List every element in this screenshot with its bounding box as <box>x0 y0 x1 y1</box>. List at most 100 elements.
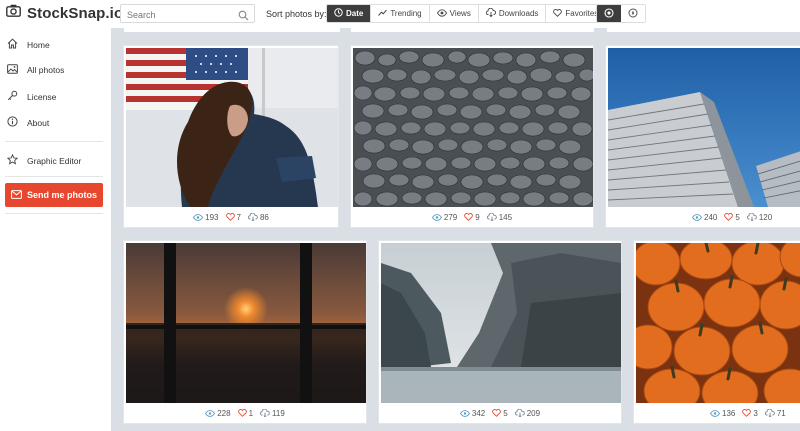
photo-card[interactable]: 279 9 145 <box>350 45 594 228</box>
sidebar-item-label: License <box>27 91 57 102</box>
sidebar-divider <box>5 176 103 177</box>
views-count: 279 <box>443 212 458 222</box>
cloud-download-icon <box>514 409 525 417</box>
sidebar-item-label: All photos <box>27 65 65 75</box>
view-options <box>596 4 646 23</box>
likes-stat[interactable]: 1 <box>237 408 254 418</box>
views-count: 193 <box>205 212 219 222</box>
photo-card[interactable]: 193 7 86 <box>123 45 339 228</box>
likes-stat[interactable]: 7 <box>225 213 241 222</box>
eye-icon <box>193 213 204 221</box>
photo-card[interactable]: 136 3 71 <box>633 240 800 424</box>
sidebar-item-label: About <box>27 117 50 128</box>
photo-stats: 193 7 86 <box>124 207 338 227</box>
downloads-count: 86 <box>259 212 269 222</box>
sidebar-divider <box>5 213 103 214</box>
downloads-stat[interactable]: 145 <box>486 212 513 222</box>
likes-count: 5 <box>735 212 740 222</box>
photo-image[interactable] <box>353 48 593 207</box>
eye-icon <box>436 8 447 19</box>
likes-stat[interactable]: 5 <box>724 212 740 222</box>
likes-count: 9 <box>475 212 480 222</box>
photo-image[interactable] <box>381 243 621 403</box>
search-icon[interactable] <box>238 8 249 26</box>
views-stat: 193 <box>193 212 219 222</box>
explore-view-button[interactable] <box>621 5 645 22</box>
downloads-stat[interactable]: 119 <box>260 409 285 418</box>
views-count: 136 <box>722 408 736 418</box>
eye-icon <box>205 409 216 417</box>
heart-icon <box>225 213 235 221</box>
photo-card[interactable]: 342 5 209 <box>378 240 622 424</box>
sort-favorites-label: Favorites <box>565 9 599 18</box>
send-me-photos-button[interactable]: Send me photos <box>5 183 103 207</box>
cloud-download-icon <box>485 7 496 19</box>
sidebar-item-label: Graphic Editor <box>27 155 82 166</box>
eye-icon <box>710 409 720 417</box>
sidebar-item-license[interactable]: License <box>7 90 56 103</box>
photo-image[interactable] <box>636 243 800 403</box>
cloud-download-icon <box>247 213 258 221</box>
sidebar-divider <box>5 141 103 142</box>
downloads-count: 71 <box>776 408 786 418</box>
trending-icon <box>378 8 388 19</box>
downloads-count: 119 <box>272 408 285 418</box>
sort-label: Sort photos by: <box>266 9 327 19</box>
likes-count: 5 <box>503 408 508 418</box>
key-icon <box>7 90 18 103</box>
likes-stat[interactable]: 5 <box>492 408 508 418</box>
photo-stats: 240 5 120 <box>606 207 800 227</box>
views-stat: 240 <box>692 213 717 222</box>
views-count: 342 <box>471 408 486 418</box>
photo-stats: 279 9 145 <box>351 207 593 227</box>
photo-card[interactable]: 240 5 120 <box>605 45 800 228</box>
likes-stat[interactable]: 9 <box>464 212 480 222</box>
sidebar-item-home[interactable]: Home <box>7 38 50 51</box>
logo[interactable]: StockSnap.io <box>6 4 123 22</box>
downloads-stat[interactable]: 86 <box>247 212 269 222</box>
sort-views-label: Views <box>449 9 471 18</box>
photo-stats: 228 1 119 <box>124 403 366 423</box>
downloads-count: 209 <box>526 408 541 418</box>
likes-count: 1 <box>248 408 254 418</box>
sidebar-item-label: Home <box>27 39 50 50</box>
grid-view-icon <box>604 5 614 22</box>
sort-downloads-button[interactable]: Downloads <box>478 5 547 22</box>
downloads-stat[interactable]: 209 <box>514 408 541 418</box>
photo-image[interactable] <box>126 243 366 403</box>
sort-trending-button[interactable]: Trending <box>371 5 430 22</box>
views-stat: 342 <box>459 408 486 418</box>
views-count: 228 <box>217 408 231 418</box>
envelope-icon <box>11 189 22 201</box>
star-icon <box>6 153 19 167</box>
downloads-count: 145 <box>498 212 513 222</box>
top-header: StockSnap.io Sort photos by: Date Trendi… <box>0 0 800 28</box>
search-box <box>120 4 255 26</box>
logo-text: StockSnap.io <box>27 4 124 22</box>
grid-view-button[interactable] <box>597 5 621 22</box>
search-input[interactable] <box>121 6 231 24</box>
likes-stat[interactable]: 3 <box>742 408 758 418</box>
eye-icon <box>692 213 702 221</box>
downloads-stat[interactable]: 120 <box>746 213 772 222</box>
photo-image[interactable] <box>126 48 338 207</box>
sort-date-button[interactable]: Date <box>327 5 372 22</box>
likes-count: 3 <box>753 408 758 418</box>
views-stat: 279 <box>431 212 458 222</box>
sidebar-item-graphic-editor[interactable]: Graphic Editor <box>6 153 82 167</box>
downloads-stat[interactable]: 71 <box>764 408 786 418</box>
heart-icon <box>492 409 502 417</box>
photo-grid: 193 7 86 279 9 145 240 5 120 228 1 119 3… <box>111 28 800 431</box>
photo-image[interactable] <box>608 48 800 207</box>
sidebar-item-about[interactable]: About <box>7 116 49 129</box>
eye-icon <box>459 409 470 417</box>
views-count: 240 <box>704 212 718 222</box>
heart-icon <box>742 409 752 417</box>
sidebar-item-all-photos[interactable]: All photos <box>7 64 64 76</box>
cloud-download-icon <box>260 409 270 417</box>
heart-icon <box>724 213 734 221</box>
eye-icon <box>431 213 442 221</box>
sort-views-button[interactable]: Views <box>429 5 479 22</box>
photo-card[interactable]: 228 1 119 <box>123 240 367 424</box>
cloud-download-icon <box>486 213 497 221</box>
